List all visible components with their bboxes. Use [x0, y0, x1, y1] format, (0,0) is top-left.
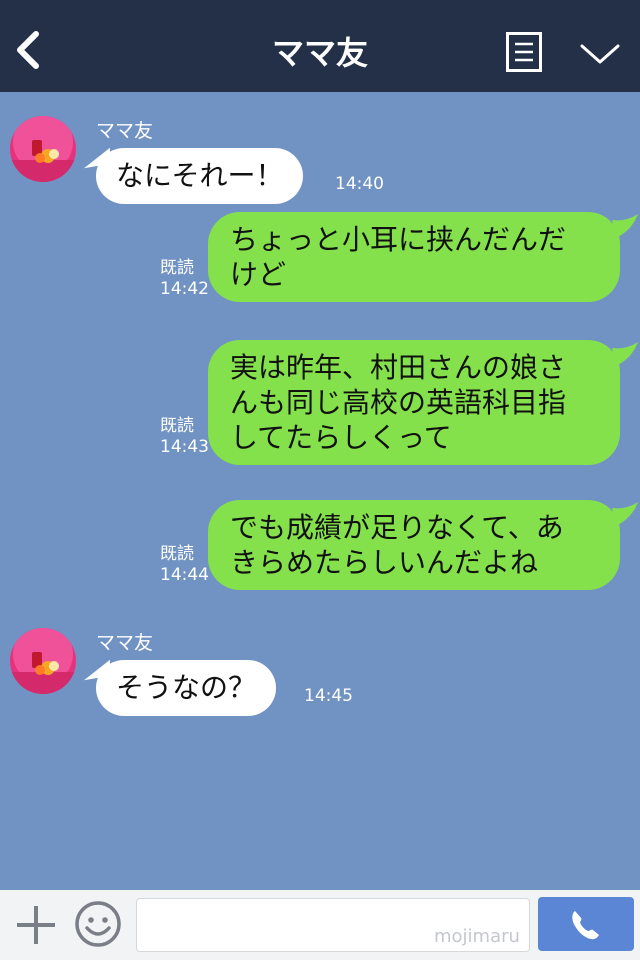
- avatar[interactable]: [10, 628, 76, 694]
- avatar-image: [10, 628, 76, 694]
- menu-list-icon: [506, 32, 542, 72]
- watermark-text: mojimaru: [434, 926, 520, 947]
- read-label: 既読: [160, 544, 194, 564]
- chat-header: ママ友: [0, 0, 640, 92]
- avatar[interactable]: [10, 116, 76, 182]
- read-receipt: 既読 14:43: [160, 416, 209, 458]
- incoming-message-bubble[interactable]: そうなの？: [96, 660, 277, 716]
- message-line: きらめたらしいんだよね: [230, 546, 539, 579]
- bubble-tail: [612, 214, 638, 238]
- phone-icon: [572, 911, 599, 940]
- chat-area[interactable]: ママ友 なにそれー！ 14:40 既読 14:42 ちょっと小耳に挟んだんだ け…: [0, 92, 640, 890]
- message-line: ちょっと小耳に挟んだんだ: [230, 223, 567, 256]
- message-line: してたらしくって: [230, 421, 452, 454]
- smiley-icon: [75, 901, 121, 947]
- incoming-message-bubble[interactable]: なにそれー！: [96, 148, 304, 204]
- read-label: 既読: [160, 416, 194, 436]
- message-line: んも同じ高校の英語科目指: [230, 386, 567, 419]
- read-label: 既読: [160, 258, 194, 278]
- menu-button[interactable]: [506, 32, 542, 72]
- message-text: そうなの？: [116, 671, 257, 704]
- chevron-down-icon: [580, 44, 620, 64]
- message-text: なにそれー！: [116, 159, 284, 192]
- bubble-tail: [612, 502, 638, 526]
- emoji-button[interactable]: [74, 900, 122, 948]
- message-line: 実は昨年、村田さんの娘さ: [230, 351, 567, 384]
- message-time: 14:45: [304, 686, 353, 706]
- outgoing-message-bubble[interactable]: 実は昨年、村田さんの娘さ んも同じ高校の英語科目指 してたらしくって: [208, 340, 620, 465]
- read-receipt: 既読 14:44: [160, 544, 209, 586]
- sender-name: ママ友: [96, 632, 154, 654]
- outgoing-message-bubble[interactable]: ちょっと小耳に挟んだんだ けど: [208, 212, 620, 302]
- message-line: けど: [230, 258, 287, 291]
- dropdown-button[interactable]: [576, 36, 624, 72]
- message-time: 14:43: [160, 437, 209, 457]
- plus-icon: [17, 906, 55, 944]
- read-receipt: 既読 14:42: [160, 258, 209, 300]
- chat-title: ママ友: [271, 34, 368, 72]
- message-line: でも成績が足りなくて、あ: [230, 511, 564, 544]
- sender-name: ママ友: [96, 120, 154, 142]
- message-time: 14:40: [335, 174, 384, 194]
- message-time: 14:42: [160, 279, 209, 299]
- call-button[interactable]: [538, 897, 634, 951]
- add-button[interactable]: [14, 900, 58, 948]
- bubble-tail: [612, 342, 638, 366]
- message-time: 14:44: [160, 565, 209, 585]
- outgoing-message-bubble[interactable]: でも成績が足りなくて、あ きらめたらしいんだよね: [208, 500, 620, 590]
- avatar-image: [10, 116, 76, 182]
